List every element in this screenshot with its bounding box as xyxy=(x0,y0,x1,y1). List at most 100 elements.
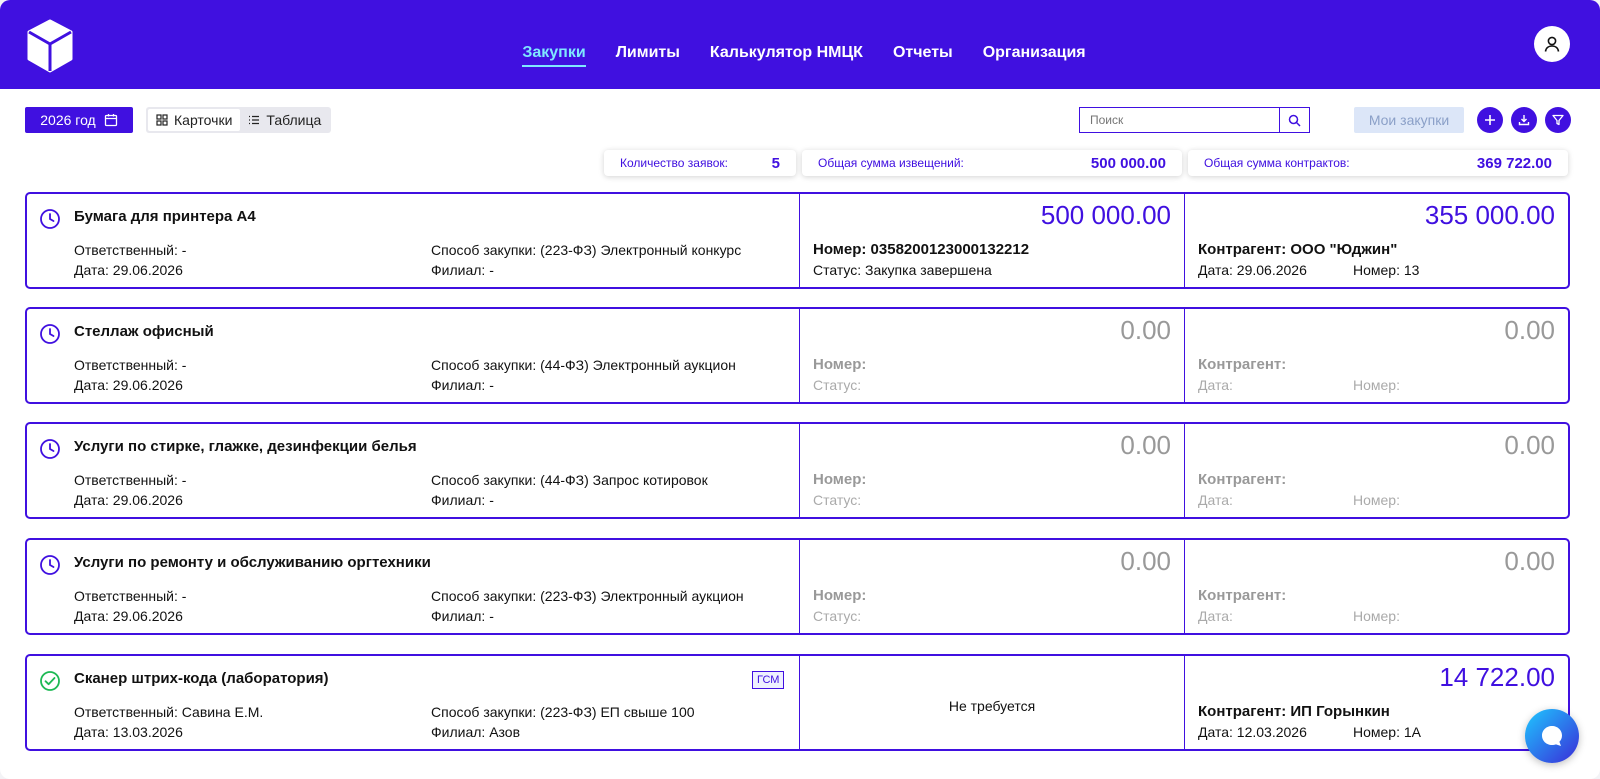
top-header: Закупки Лимиты Калькулятор НМЦК Отчеты О… xyxy=(0,0,1600,89)
card-method: Способ закупки: (223-ФЗ) ЕП свыше 100 xyxy=(431,704,695,720)
notice-status: Статус: xyxy=(813,377,862,393)
notice-status: Статус: xyxy=(813,492,862,508)
nav-nmck-calculator[interactable]: Калькулятор НМЦК xyxy=(710,44,863,65)
stat-label: Общая сумма контрактов: xyxy=(1204,156,1350,170)
contractor-name: Контрагент: ООО "Юджин" xyxy=(1198,241,1398,258)
card-title: Услуги по стирке, глажке, дезинфекции бе… xyxy=(74,438,417,455)
card-date: Дата: 29.06.2026 xyxy=(74,608,183,624)
card-responsible: Ответственный: - xyxy=(74,242,187,258)
purchase-card[interactable]: Бумага для принтера А4 Ответственный: - … xyxy=(25,192,1570,289)
contract-date: Дата: xyxy=(1198,608,1233,624)
nav-organization[interactable]: Организация xyxy=(983,44,1086,65)
view-table-button[interactable]: Таблица xyxy=(240,109,329,131)
year-select-button[interactable]: 2026 год xyxy=(25,107,133,133)
contract-amount: 14 722.00 xyxy=(1439,662,1555,692)
card-title: Сканер штрих-кода (лаборатория) xyxy=(74,670,329,687)
notice-number: Номер: xyxy=(813,356,867,373)
card-contract: 14 722.00 Контрагент: ИП Горынкин Дата: … xyxy=(1185,656,1568,749)
card-main: Стеллаж офисный Ответственный: - Дата: 2… xyxy=(27,309,800,402)
card-method: Способ закупки: (223-ФЗ) Электронный аук… xyxy=(431,588,744,604)
contract-amount: 0.00 xyxy=(1504,546,1555,576)
contractor-name: Контрагент: xyxy=(1198,471,1287,488)
card-main: Услуги по стирке, глажке, дезинфекции бе… xyxy=(27,424,800,517)
stat-value: 500 000.00 xyxy=(1090,154,1166,172)
card-branch: Филиал: Азов xyxy=(431,724,521,740)
notice-not-required: Не требуется xyxy=(948,698,1036,714)
year-label: 2026 год xyxy=(40,112,96,128)
card-method: Способ закупки: (44-ФЗ) Электронный аукц… xyxy=(431,357,736,373)
notice-amount: 500 000.00 xyxy=(1040,200,1171,230)
purchase-card[interactable]: Стеллаж офисный Ответственный: - Дата: 2… xyxy=(25,307,1570,404)
contract-date: Дата: xyxy=(1198,377,1233,393)
user-icon xyxy=(1544,36,1560,52)
stat-notices-sum: Общая сумма извещений: 500 000.00 xyxy=(802,150,1182,176)
card-responsible: Ответственный: - xyxy=(74,357,187,373)
notice-number: Номер: 0358200123000132212 xyxy=(813,241,1030,258)
contractor-name: Контрагент: ИП Горынкин xyxy=(1198,703,1390,720)
notice-status: Статус: xyxy=(813,608,862,624)
card-title: Стеллаж офисный xyxy=(74,323,214,340)
contract-amount: 355 000.00 xyxy=(1424,200,1555,230)
chat-button[interactable] xyxy=(1525,709,1579,763)
card-responsible: Ответственный: - xyxy=(74,472,187,488)
user-profile-button[interactable] xyxy=(1534,26,1570,62)
contract-amount: 0.00 xyxy=(1504,430,1555,460)
stat-label: Общая сумма извещений: xyxy=(818,156,964,170)
card-main: Сканер штрих-кода (лаборатория) ГСМ Отве… xyxy=(27,656,800,749)
filter-button[interactable] xyxy=(1545,107,1571,133)
plus-icon xyxy=(1485,115,1495,125)
card-contract: 0.00 Контрагент: Дата: Номер: xyxy=(1185,424,1568,517)
stat-label: Количество заявок: xyxy=(620,156,728,170)
card-branch: Филиал: - xyxy=(431,492,494,508)
calendar-icon xyxy=(104,114,117,127)
contract-number: Номер: xyxy=(1353,377,1400,393)
contractor-name: Контрагент: xyxy=(1198,356,1287,373)
view-toggle: Карточки Таблица xyxy=(146,107,332,133)
contract-date: Дата: xyxy=(1198,492,1233,508)
search-icon xyxy=(1288,114,1301,127)
purchase-card[interactable]: Сканер штрих-кода (лаборатория) ГСМ Отве… xyxy=(25,654,1570,751)
contract-amount: 0.00 xyxy=(1504,315,1555,345)
nav-limits[interactable]: Лимиты xyxy=(616,44,680,65)
add-button[interactable] xyxy=(1477,107,1503,133)
stat-value: 369 722.00 xyxy=(1476,154,1552,172)
stat-requests-count: Количество заявок: 5 xyxy=(604,150,796,176)
notice-number: Номер: xyxy=(813,587,867,604)
stat-contracts-sum: Общая сумма контрактов: 369 722.00 xyxy=(1188,150,1568,176)
download-button[interactable] xyxy=(1511,107,1537,133)
card-notice: Не требуется xyxy=(800,656,1185,749)
card-date: Дата: 29.06.2026 xyxy=(74,262,183,278)
category-tag: ГСМ xyxy=(752,671,785,689)
card-branch: Филиал: - xyxy=(431,377,494,393)
contract-number: Номер: 1А xyxy=(1353,724,1421,740)
nav-purchases[interactable]: Закупки xyxy=(522,44,587,67)
card-method: Способ закупки: (44-ФЗ) Запрос котировок xyxy=(431,472,708,488)
my-purchases-button[interactable]: Мои закупки xyxy=(1354,107,1464,133)
contract-date: Дата: 12.03.2026 xyxy=(1198,724,1307,740)
search-button[interactable] xyxy=(1279,108,1309,132)
contractor-name: Контрагент: xyxy=(1198,587,1287,604)
clock-icon xyxy=(40,439,60,459)
main-nav: Закупки Лимиты Калькулятор НМЦК Отчеты О… xyxy=(0,44,1600,67)
card-date: Дата: 13.03.2026 xyxy=(74,724,183,740)
purchase-card[interactable]: Услуги по стирке, глажке, дезинфекции бе… xyxy=(25,422,1570,519)
search-input[interactable] xyxy=(1080,108,1279,132)
card-main: Услуги по ремонту и обслуживанию оргтехн… xyxy=(27,540,800,633)
card-notice: 0.00 Номер: Статус: xyxy=(800,424,1185,517)
card-contract: 0.00 Контрагент: Дата: Номер: xyxy=(1185,540,1568,633)
clock-icon xyxy=(40,555,60,575)
stat-value: 5 xyxy=(771,154,780,172)
nav-reports[interactable]: Отчеты xyxy=(893,44,953,65)
view-cards-button[interactable]: Карточки xyxy=(148,109,241,131)
card-contract: 0.00 Контрагент: Дата: Номер: xyxy=(1185,309,1568,402)
card-branch: Филиал: - xyxy=(431,608,494,624)
card-date: Дата: 29.06.2026 xyxy=(74,377,183,393)
card-main: Бумага для принтера А4 Ответственный: - … xyxy=(27,194,800,287)
download-icon xyxy=(1518,115,1530,126)
view-cards-label: Карточки xyxy=(174,112,233,128)
clock-icon xyxy=(40,324,60,344)
chat-bubble-icon xyxy=(1542,726,1562,746)
purchase-card[interactable]: Услуги по ремонту и обслуживанию оргтехн… xyxy=(25,538,1570,635)
grid-icon xyxy=(156,114,168,126)
contract-number: Номер: 13 xyxy=(1353,262,1420,278)
